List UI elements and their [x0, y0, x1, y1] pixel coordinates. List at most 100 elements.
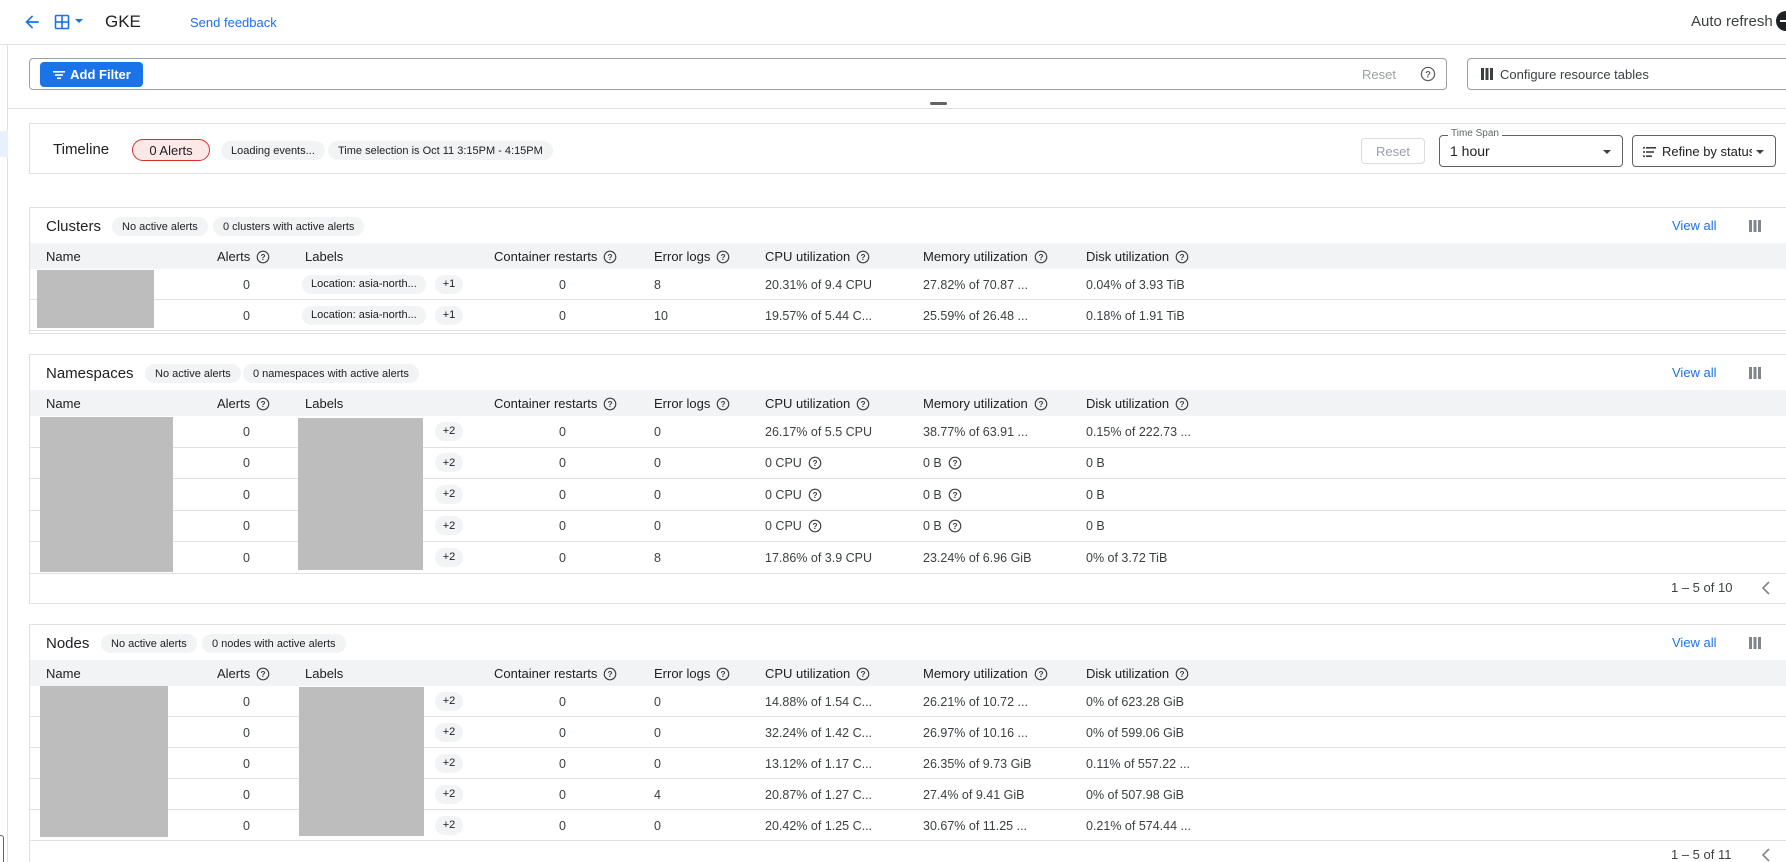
- chevron-left-icon[interactable]: [1760, 848, 1772, 862]
- alerts-count-chip[interactable]: 0 Alerts: [132, 139, 210, 161]
- help-icon[interactable]: ?: [856, 250, 870, 264]
- disk-utilization-value: 0% of 599.06 GiB: [1086, 725, 1184, 740]
- table-row[interactable]: 0 Location: asia-north... +1 0 10 19.57% of 5…: [30, 300, 1786, 331]
- column-header-error-logs[interactable]: Error logs?: [654, 396, 730, 411]
- help-icon[interactable]: ?: [856, 397, 870, 411]
- column-header-disk-utilization[interactable]: Disk utilization?: [1086, 666, 1189, 681]
- configure-resource-tables-button[interactable]: Configure resource tables: [1467, 58, 1786, 90]
- help-icon[interactable]: ?: [808, 456, 822, 470]
- table-row[interactable]: 0 +2 0 0 26.17% of 5.5 CPU 38.77% of 63.91 ..…: [30, 416, 1786, 448]
- time-span-select[interactable]: Time Span 1 hour: [1439, 128, 1623, 167]
- column-header-cpu-utilization[interactable]: CPU utilization?: [765, 249, 870, 264]
- help-icon[interactable]: ?: [948, 488, 962, 502]
- more-labels-chip[interactable]: +2: [435, 547, 463, 567]
- refine-by-status-select[interactable]: Refine by status: [1632, 135, 1776, 167]
- column-settings-icon[interactable]: [1748, 366, 1762, 380]
- help-icon[interactable]: ?: [603, 250, 617, 264]
- table-row[interactable]: 0 +2 0 4 20.87% of 1.27 C... 27.4% of 9.41 Gi…: [30, 779, 1786, 810]
- more-labels-chip[interactable]: +1: [435, 305, 463, 325]
- help-icon[interactable]: ?: [1175, 250, 1189, 264]
- nodes-view-all-link[interactable]: View all: [1672, 635, 1717, 650]
- more-labels-chip[interactable]: +1: [435, 274, 463, 294]
- table-row[interactable]: 0 +2 0 0 0 CPU? 0 B? 0 B: [30, 479, 1786, 511]
- chevron-down-icon[interactable]: [74, 16, 84, 26]
- column-header-container-restarts[interactable]: Container restarts?: [494, 666, 617, 681]
- more-labels-chip[interactable]: +2: [435, 421, 463, 441]
- table-row[interactable]: 0 +2 0 8 17.86% of 3.9 CPU 23.24% of 6.96 GiB…: [30, 542, 1786, 574]
- resize-handle[interactable]: [930, 102, 947, 105]
- help-icon[interactable]: ?: [808, 519, 822, 533]
- help-icon[interactable]: ?: [716, 250, 730, 264]
- more-labels-chip[interactable]: +2: [435, 815, 463, 835]
- help-icon[interactable]: ?: [1420, 66, 1436, 82]
- column-header-container-restarts[interactable]: Container restarts?: [494, 249, 617, 264]
- column-header-name[interactable]: Name: [46, 396, 81, 411]
- table-row[interactable]: 0 Location: asia-north... +1 0 8 20.31% of 9.…: [30, 269, 1786, 300]
- column-header-disk-utilization[interactable]: Disk utilization?: [1086, 396, 1189, 411]
- table-row[interactable]: 0 +2 0 0 14.88% of 1.54 C... 26.21% of 10.72 …: [30, 686, 1786, 717]
- chevron-left-icon[interactable]: [1760, 580, 1772, 595]
- more-labels-chip[interactable]: +2: [435, 784, 463, 804]
- column-header-name[interactable]: Name: [46, 249, 81, 264]
- column-header-labels[interactable]: Labels: [305, 249, 343, 264]
- help-icon[interactable]: ?: [1034, 397, 1048, 411]
- columns-icon: [1481, 68, 1493, 80]
- more-labels-chip[interactable]: +2: [435, 722, 463, 742]
- column-header-memory-utilization[interactable]: Memory utilization?: [923, 396, 1048, 411]
- filter-reset-button[interactable]: Reset: [1362, 67, 1396, 82]
- column-header-cpu-utilization[interactable]: CPU utilization?: [765, 666, 870, 681]
- help-icon[interactable]: ?: [256, 397, 270, 411]
- more-labels-chip[interactable]: +2: [435, 453, 463, 473]
- table-row[interactable]: 0 +2 0 0 32.24% of 1.42 C... 26.97% of 10.16 …: [30, 717, 1786, 748]
- column-header-memory-utilization[interactable]: Memory utilization?: [923, 249, 1048, 264]
- dashboard-grid-icon[interactable]: [54, 14, 70, 30]
- column-header-error-logs[interactable]: Error logs?: [654, 666, 730, 681]
- help-icon[interactable]: ?: [808, 488, 822, 502]
- column-header-labels[interactable]: Labels: [305, 666, 343, 681]
- send-feedback-link[interactable]: Send feedback: [190, 15, 277, 30]
- column-settings-icon[interactable]: [1748, 636, 1762, 650]
- help-icon[interactable]: ?: [256, 667, 270, 681]
- label-chip[interactable]: Location: asia-north...: [302, 274, 426, 294]
- auto-refresh-toggle[interactable]: [1776, 11, 1786, 31]
- table-row[interactable]: 0 +2 0 0 0 CPU? 0 B? 0 B: [30, 511, 1786, 542]
- help-icon[interactable]: ?: [948, 456, 962, 470]
- column-header-container-restarts[interactable]: Container restarts?: [494, 396, 617, 411]
- help-icon[interactable]: ?: [603, 667, 617, 681]
- more-labels-chip[interactable]: +2: [435, 753, 463, 773]
- column-header-name[interactable]: Name: [46, 666, 81, 681]
- column-header-disk-utilization[interactable]: Disk utilization?: [1086, 249, 1189, 264]
- namespaces-view-all-link[interactable]: View all: [1672, 365, 1717, 380]
- table-row[interactable]: 0 +2 0 0 0 CPU? 0 B? 0 B: [30, 448, 1786, 479]
- table-row[interactable]: 0 +2 0 0 20.42% of 1.25 C... 30.67% of 11.25 …: [30, 810, 1786, 841]
- more-labels-chip[interactable]: +2: [435, 691, 463, 711]
- column-header-alerts[interactable]: Alerts?: [217, 249, 270, 264]
- help-icon[interactable]: ?: [603, 397, 617, 411]
- column-header-alerts[interactable]: Alerts?: [217, 396, 270, 411]
- label-chip[interactable]: Location: asia-north...: [302, 305, 426, 325]
- help-icon[interactable]: ?: [856, 667, 870, 681]
- more-labels-chip[interactable]: +2: [435, 516, 463, 536]
- help-icon[interactable]: ?: [948, 519, 962, 533]
- left-rail-handle[interactable]: [0, 835, 4, 862]
- back-arrow-icon[interactable]: [22, 12, 42, 32]
- help-icon[interactable]: ?: [1175, 667, 1189, 681]
- more-labels-chip[interactable]: +2: [435, 484, 463, 504]
- help-icon[interactable]: ?: [256, 250, 270, 264]
- clusters-view-all-link[interactable]: View all: [1672, 218, 1717, 233]
- help-icon[interactable]: ?: [1034, 667, 1048, 681]
- column-header-labels[interactable]: Labels: [305, 396, 343, 411]
- memory-utilization-value: 25.59% of 26.48 ...: [923, 308, 1028, 324]
- help-icon[interactable]: ?: [716, 667, 730, 681]
- column-header-alerts[interactable]: Alerts?: [217, 666, 270, 681]
- column-header-error-logs[interactable]: Error logs?: [654, 249, 730, 264]
- column-header-cpu-utilization[interactable]: CPU utilization?: [765, 396, 870, 411]
- table-row[interactable]: 0 +2 0 0 13.12% of 1.17 C... 26.35% of 9.73 G…: [30, 748, 1786, 779]
- help-icon[interactable]: ?: [716, 397, 730, 411]
- help-icon[interactable]: ?: [1034, 250, 1048, 264]
- help-icon[interactable]: ?: [1175, 397, 1189, 411]
- add-filter-button[interactable]: Add Filter: [40, 62, 143, 87]
- timeline-reset-button[interactable]: Reset: [1361, 138, 1425, 164]
- column-settings-icon[interactable]: [1748, 219, 1762, 233]
- column-header-memory-utilization[interactable]: Memory utilization?: [923, 666, 1048, 681]
